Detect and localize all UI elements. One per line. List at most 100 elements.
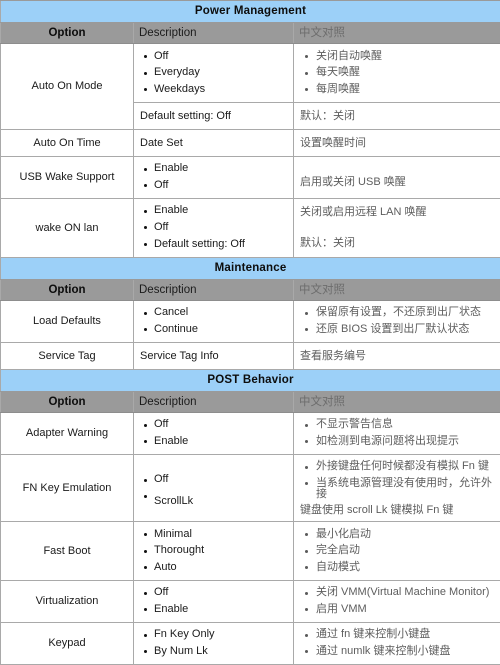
list-item: 自动模式 — [316, 559, 495, 576]
list-item: 如检测到电源问题将出现提示 — [316, 433, 495, 450]
table-row: USB Wake Support Enable Off 启用或关闭 USB 唤醒 — [1, 156, 500, 198]
bios-settings-table: Power Management Option Description 中文对照… — [0, 0, 500, 665]
column-header-row-post-behavior: Option Description 中文对照 — [1, 391, 500, 412]
option-description-chinese: 外接键盘任何时候都没有模拟 Fn 键 当系统电源管理没有使用时，允许外接 键盘使… — [294, 454, 500, 521]
table-row: Service Tag Service Tag Info 查看服务编号 — [1, 342, 500, 369]
table-row: Auto On Time Date Set 设置唤醒时间 — [1, 129, 500, 156]
list-item: 关闭 VMM(Virtual Machine Monitor) — [316, 585, 495, 602]
option-description-chinese: 设置唤醒时间 — [294, 129, 500, 156]
list-item: Fn Key Only — [154, 627, 288, 644]
table-row: Adapter Warning Off Enable 不显示警告信息 如检测到电… — [1, 412, 500, 454]
option-description-chinese: 关闭 VMM(Virtual Machine Monitor) 启用 VMM — [294, 580, 500, 622]
list-item: Enable — [154, 601, 288, 618]
list-item: Cancel — [154, 305, 288, 322]
bios-settings-document: Power Management Option Description 中文对照… — [0, 0, 500, 665]
option-name: Virtualization — [1, 580, 134, 622]
chinese-text: 启用或关闭 USB 唤醒 — [300, 173, 495, 191]
option-name: Auto On Time — [1, 129, 134, 156]
option-description: Off ScrollLk — [134, 454, 294, 521]
section-header-post-behavior: POST Behavior — [1, 369, 500, 391]
option-name: Auto On Mode — [1, 44, 134, 130]
section-title: Maintenance — [1, 257, 500, 279]
section-header-maintenance: Maintenance — [1, 257, 500, 279]
option-description-chinese: 关闭自动唤醒 每天唤醒 每周唤醒 默认：关闭 — [294, 44, 500, 130]
section-title: Power Management — [1, 1, 500, 23]
column-header-description: Description — [134, 391, 294, 412]
description-bullets: Off Everyday Weekdays — [134, 44, 293, 103]
column-header-option: Option — [1, 391, 134, 412]
table-row: Keypad Fn Key Only By Num Lk 通过 fn 键来控制小… — [1, 622, 500, 664]
option-name: Load Defaults — [1, 300, 134, 342]
list-item: Enable — [154, 161, 288, 178]
option-description-chinese: 不显示警告信息 如检测到电源问题将出现提示 — [294, 412, 500, 454]
list-item: Thorought — [154, 543, 288, 560]
section-header-power-management: Power Management — [1, 1, 500, 23]
chinese-text: 设置唤醒时间 — [300, 134, 495, 152]
list-item: Minimal — [154, 526, 288, 543]
list-item: 最小化启动 — [316, 526, 495, 543]
table-row: Auto On Mode Off Everyday Weekdays Defau… — [1, 44, 500, 130]
option-description: Date Set — [134, 129, 294, 156]
list-item: Off — [154, 472, 288, 489]
description-text: Date Set — [140, 134, 288, 152]
list-item: 完全启动 — [316, 543, 495, 560]
option-description: Minimal Thorought Auto — [134, 522, 294, 581]
list-item: 当系统电源管理没有使用时，允许外接 — [316, 475, 495, 503]
list-item: 通过 fn 键来控制小键盘 — [316, 627, 495, 644]
column-header-row-power-management: Option Description 中文对照 — [1, 23, 500, 44]
chinese-wrapped-text: 键盘使用 scroll Lk 键模拟 Fn 键 — [300, 503, 495, 517]
option-name: Fast Boot — [1, 522, 134, 581]
column-header-chinese: 中文对照 — [294, 391, 500, 412]
chinese-default-setting: 默认：关闭 — [300, 221, 495, 252]
list-item: Enable — [154, 433, 288, 450]
table-row: Fast Boot Minimal Thorought Auto 最小化启动 — [1, 522, 500, 581]
option-description-chinese: 最小化启动 完全启动 自动模式 — [294, 522, 500, 581]
list-item: 每周唤醒 — [316, 81, 495, 98]
list-item: 启用 VMM — [316, 601, 495, 618]
list-item: 外接键盘任何时候都没有模拟 Fn 键 — [316, 459, 495, 476]
table-row: Load Defaults Cancel Continue 保留原有设置，不还原… — [1, 300, 500, 342]
option-description-chinese: 查看服务编号 — [294, 342, 500, 369]
list-item: 关闭自动唤醒 — [316, 48, 495, 65]
chinese-text: 关闭或启用远程 LAN 唤醒 — [300, 203, 495, 221]
list-item: Off — [154, 417, 288, 434]
option-description: Enable Off — [134, 156, 294, 198]
description-default-setting: Default setting: Off — [134, 103, 293, 129]
chinese-default-setting: 默认：关闭 — [294, 103, 500, 129]
column-header-row-maintenance: Option Description 中文对照 — [1, 279, 500, 300]
option-description: Fn Key Only By Num Lk — [134, 622, 294, 664]
option-description-chinese: 保留原有设置，不还原到出厂状态 还原 BIOS 设置到出厂默认状态 — [294, 300, 500, 342]
list-item: Everyday — [154, 65, 288, 82]
list-item: Off — [154, 177, 288, 194]
column-header-option: Option — [1, 23, 134, 44]
section-title: POST Behavior — [1, 369, 500, 391]
list-item: Off — [154, 219, 288, 236]
list-item: 不显示警告信息 — [316, 417, 495, 434]
list-item: Enable — [154, 203, 288, 220]
option-description: Off Everyday Weekdays Default setting: O… — [134, 44, 294, 130]
column-header-chinese: 中文对照 — [294, 23, 500, 44]
option-name: Keypad — [1, 622, 134, 664]
option-description-chinese: 关闭或启用远程 LAN 唤醒 默认：关闭 — [294, 198, 500, 257]
list-item: ScrollLk — [154, 488, 288, 510]
option-description-chinese: 启用或关闭 USB 唤醒 — [294, 156, 500, 198]
chinese-bullets: 关闭自动唤醒 每天唤醒 每周唤醒 — [294, 44, 500, 103]
option-description-chinese: 通过 fn 键来控制小键盘 通过 numlk 键来控制小键盘 — [294, 622, 500, 664]
option-description: Cancel Continue — [134, 300, 294, 342]
option-name: USB Wake Support — [1, 156, 134, 198]
list-item: 通过 numlk 键来控制小键盘 — [316, 643, 495, 660]
description-text: Service Tag Info — [140, 347, 288, 365]
option-description: Off Enable — [134, 412, 294, 454]
list-item: Off — [154, 585, 288, 602]
list-item: Continue — [154, 321, 288, 338]
list-item: By Num Lk — [154, 643, 288, 660]
option-description: Service Tag Info — [134, 342, 294, 369]
list-item: Auto — [154, 559, 288, 576]
column-header-option: Option — [1, 279, 134, 300]
table-row: wake ON lan Enable Off Default setting: … — [1, 198, 500, 257]
option-description: Off Enable — [134, 580, 294, 622]
list-item: 还原 BIOS 设置到出厂默认状态 — [316, 321, 495, 338]
option-description: Enable Off Default setting: Off — [134, 198, 294, 257]
list-item: Default setting: Off — [154, 236, 288, 253]
table-row: FN Key Emulation Off ScrollLk 外接键盘任何时候都没… — [1, 454, 500, 521]
